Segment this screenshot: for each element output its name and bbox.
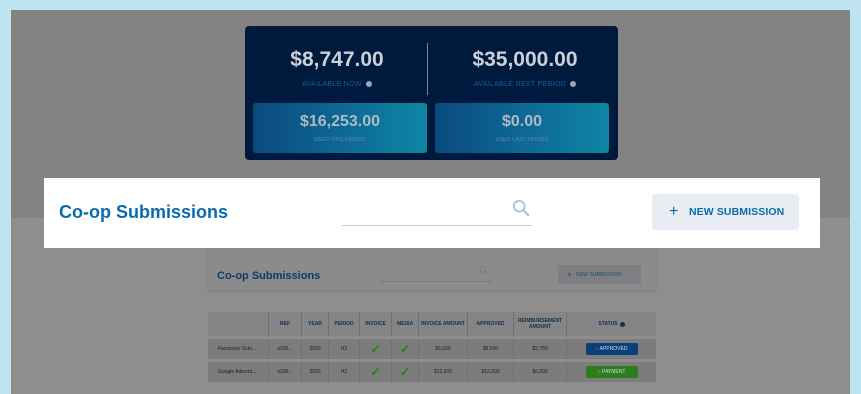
col-header-status-label: STATUS [598,321,618,327]
budget-divider [427,43,428,95]
used-last-period-amount: $0.00 [501,113,543,130]
plus-icon: + [669,203,679,220]
available-next-amount: $35,000.00 [472,48,578,71]
checkmark-icon: ✓ [360,362,392,382]
row-name[interactable]: Google Adword... [208,362,269,382]
card-search-input[interactable] [381,265,491,282]
used-this-period-amount: $16,253.00 [299,113,381,130]
table-row[interactable]: Facebook Octo... s330... 2020 H2 ✓ ✓ $5,… [208,339,656,359]
col-header-invoice[interactable]: INVOICE [360,312,392,336]
row-status-cell: ◌ APPROVED [567,339,656,359]
col-header-period[interactable]: PERIOD [329,312,360,336]
info-icon[interactable] [365,81,372,88]
row-status-cell: ○ PAYMENT [567,362,656,382]
card-new-submission-button[interactable]: + NEW SUBMISSION [558,265,641,284]
row-invoice-amount: $5,500 [419,339,468,359]
status-text: PAYMENT [601,369,626,375]
submissions-card-header: Co-op Submissions + NEW SUBMISSION [208,248,656,290]
table-header-row: REF YEAR PERIOD INVOICE MEDIA INVOICE AM… [208,312,656,336]
used-this-period-label: USED THIS PERIOD [314,137,366,143]
row-year: 2020 [302,362,329,382]
checkmark-icon: ✓ [360,339,392,359]
status-badge[interactable]: ○ PAYMENT [585,366,638,378]
row-period: H2 [329,339,360,359]
status-text: APPROVED [599,346,628,352]
row-approved: $5,500 [468,339,514,359]
col-header-invoice-amount[interactable]: INVOICE AMOUNT [419,312,468,336]
available-next-label: AVAILABLE NEXT PERIOD [473,81,567,88]
available-next-caption: AVAILABLE NEXT PERIOD [435,81,615,88]
available-now-label: AVAILABLE NOW [302,81,362,88]
col-header-media[interactable]: MEDIA [392,312,419,336]
submissions-header-highlight: Co-op Submissions + NEW SUBMISSION [44,178,820,248]
search-icon[interactable] [479,266,488,275]
checkmark-icon: ✓ [392,339,419,359]
row-name[interactable]: Facebook Octo... [208,339,269,359]
row-reimbursement: $2,750 [514,339,567,359]
row-approved: $12,000 [468,362,514,382]
row-period: H2 [329,362,360,382]
col-header-year[interactable]: YEAR [302,312,329,336]
used-this-period-tile: $16,253.00 USED THIS PERIOD [253,103,427,153]
plus-icon: + [567,270,572,279]
row-ref: s330... [269,339,302,359]
col-header-status[interactable]: STATUS [567,312,656,336]
available-now-caption: AVAILABLE NOW [247,81,427,88]
row-ref: s330... [269,362,302,382]
row-year: 2020 [302,339,329,359]
col-header-reimbursement[interactable]: REIMBURSEMENT AMOUNT [514,312,567,336]
page-title: Co-op Submissions [59,202,229,222]
used-last-period-label: USED LAST PERIOD [495,137,549,143]
row-reimbursement: $6,000 [514,362,567,382]
budget-summary-card: $8,747.00 AVAILABLE NOW $35,000.00 AVAIL… [245,26,618,160]
card-new-submission-label: NEW SUBMISSION [576,272,622,278]
available-now-amount: $8,747.00 [290,48,384,71]
table-row[interactable]: Google Adword... s330... 2020 H2 ✓ ✓ $12… [208,362,656,382]
checkmark-icon: ✓ [392,362,419,382]
col-header-approved[interactable]: APPROVED [468,312,514,336]
row-invoice-amount: $12,000 [419,362,468,382]
col-header-name [208,312,269,336]
info-icon[interactable] [570,81,577,88]
new-submission-label: NEW SUBMISSION [689,206,785,218]
submissions-table: REF YEAR PERIOD INVOICE MEDIA INVOICE AM… [208,312,656,382]
status-badge[interactable]: ◌ APPROVED [585,343,638,355]
search-input[interactable] [342,195,532,226]
used-last-period-tile: $0.00 USED LAST PERIOD [435,103,609,153]
search-icon[interactable] [512,199,530,217]
card-title: Co-op Submissions [217,270,321,282]
new-submission-button[interactable]: + NEW SUBMISSION [652,194,799,230]
col-header-ref[interactable]: REF [269,312,302,336]
info-icon[interactable] [619,321,625,327]
